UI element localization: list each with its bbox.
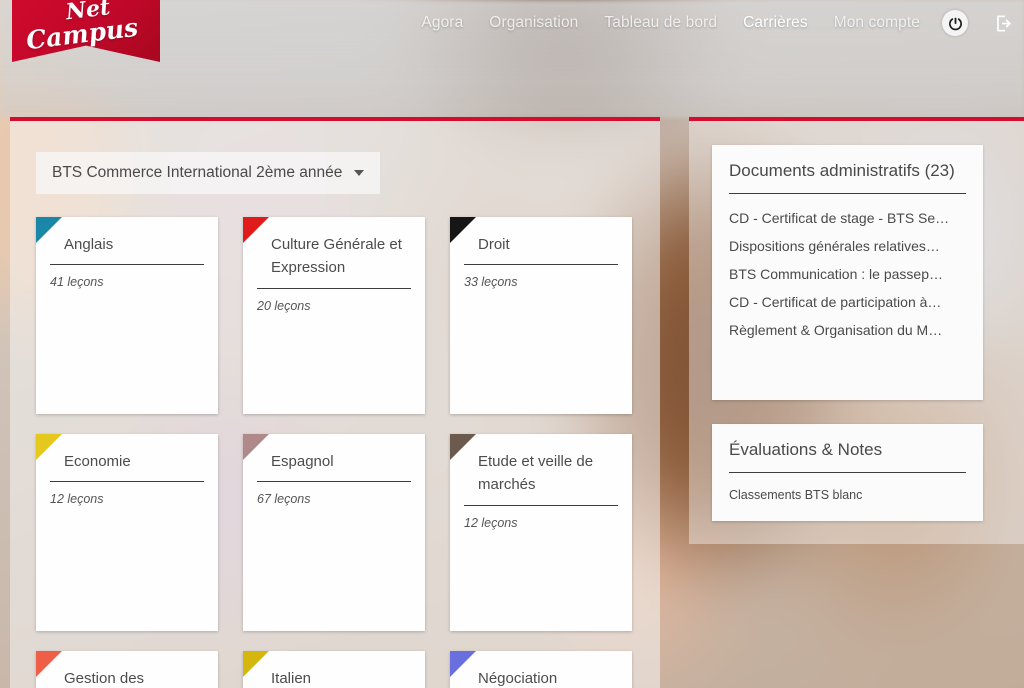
app-root: Agora Organisation Tableau de bord Carrière… xyxy=(0,0,1024,688)
course-grid: Anglais 41 leçons Culture Générale et Expr… xyxy=(36,217,652,688)
document-list-item[interactable]: BTS Communication : le passep… xyxy=(729,260,966,288)
power-icon[interactable] xyxy=(942,10,968,36)
course-card-title: Culture Générale et Expression xyxy=(271,236,402,277)
documents-widget-title: Documents administratifs (23) xyxy=(729,161,955,180)
course-card-divider xyxy=(464,264,618,266)
course-card[interactable]: Gestion des xyxy=(36,651,218,688)
course-card-title: Droit xyxy=(478,236,510,253)
course-card-title: Anglais xyxy=(64,236,114,253)
course-card-corner-marker xyxy=(243,434,269,460)
course-card-divider xyxy=(50,481,204,483)
course-card-corner-marker xyxy=(36,434,62,460)
nav-item-1[interactable]: Organisation xyxy=(489,14,578,32)
course-card-lesson-count: 20 leçons xyxy=(257,298,311,313)
document-list-item[interactable]: CD - Certificat de participation à… xyxy=(729,288,966,316)
documents-widget: Documents administratifs (23) CD - Certi… xyxy=(712,145,983,400)
document-list-item[interactable]: Dispositions générales relatives… xyxy=(729,232,966,260)
course-card-title: Gestion des xyxy=(64,670,145,687)
documents-widget-list: CD - Certificat de stage - BTS Se… Dispos… xyxy=(729,204,966,344)
course-card-corner-marker xyxy=(243,651,269,677)
nav-item-4[interactable]: Mon compte xyxy=(834,14,920,32)
course-card-lesson-count: 33 leçons xyxy=(464,275,518,290)
course-card-divider xyxy=(257,287,411,289)
evaluations-widget-title: Évaluations & Notes xyxy=(729,440,883,459)
nav-item-2[interactable]: Tableau de bord xyxy=(604,14,717,32)
course-card[interactable]: Espagnol 67 leçons xyxy=(243,434,425,631)
course-card[interactable]: Négociation xyxy=(450,651,632,688)
course-card-divider xyxy=(257,481,411,483)
documents-widget-divider xyxy=(729,193,966,194)
course-card-title: Economie xyxy=(64,453,131,470)
course-card-corner-marker xyxy=(243,217,269,243)
evaluations-widget: Évaluations & Notes Classements BTS blan… xyxy=(712,424,983,521)
course-card-corner-marker xyxy=(450,434,476,460)
course-card[interactable]: Economie 12 leçons xyxy=(36,434,218,631)
course-card-corner-marker xyxy=(36,217,62,243)
nav-item-3[interactable]: Carrières xyxy=(743,14,808,32)
evaluations-widget-list: Classements BTS blanc xyxy=(729,483,966,509)
course-card[interactable]: Etude et veille de marchés 12 leçons xyxy=(450,434,632,631)
course-card-title: Négociation xyxy=(478,670,558,687)
program-dropdown[interactable]: BTS Commerce International 2ème année xyxy=(36,152,381,194)
course-card-lesson-count: 67 leçons xyxy=(257,492,311,507)
document-list-item[interactable]: CD - Certificat de stage - BTS Se… xyxy=(729,204,966,232)
course-card-corner-marker xyxy=(450,217,476,243)
course-card-title: Italien xyxy=(271,670,312,687)
document-list-item[interactable]: Règlement & Organisation du M… xyxy=(729,316,966,344)
course-card-lesson-count: 12 leçons xyxy=(464,515,518,530)
course-card-corner-marker xyxy=(36,651,62,677)
course-card-lesson-count: 12 leçons xyxy=(50,492,104,507)
course-card-title: Espagnol xyxy=(271,453,334,470)
course-card[interactable]: Anglais 41 leçons xyxy=(36,217,218,414)
course-card[interactable]: Culture Générale et Expression 20 leçons xyxy=(243,217,425,414)
evaluations-widget-divider xyxy=(729,472,966,473)
nav-item-0[interactable]: Agora xyxy=(421,14,463,32)
course-card-corner-marker xyxy=(450,651,476,677)
course-card-lesson-count: 41 leçons xyxy=(50,275,104,290)
course-card[interactable]: Droit 33 leçons xyxy=(450,217,632,414)
course-card-divider xyxy=(464,504,618,506)
course-card[interactable]: Italien xyxy=(243,651,425,688)
course-card-divider xyxy=(50,264,204,266)
program-dropdown-label: BTS Commerce International 2ème année xyxy=(52,164,343,181)
nav-links: Agora Organisation Tableau de bord Carrière… xyxy=(421,14,920,32)
evaluation-list-item[interactable]: Classements BTS blanc xyxy=(729,483,966,509)
course-card-title: Etude et veille de marchés xyxy=(478,453,594,494)
logout-icon[interactable] xyxy=(990,10,1016,36)
chevron-down-icon xyxy=(354,170,365,176)
